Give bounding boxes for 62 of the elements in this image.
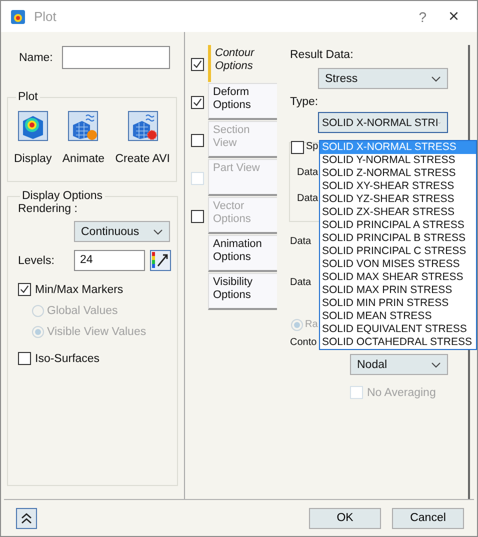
min-max-label: Min/Max Markers (35, 284, 124, 296)
data-label: Data (297, 192, 318, 206)
no-averaging-label: No Averaging (367, 386, 436, 398)
group-checkbox-label: Sp (306, 140, 318, 154)
dropdown-option[interactable]: SOLID MIN PRIN STRESS (320, 297, 476, 310)
result-data-select[interactable]: Stress (318, 68, 448, 89)
dropdown-option[interactable]: SOLID MAX PRIN STRESS (320, 284, 476, 297)
data-label: Data (297, 166, 318, 180)
action-label: Create AVI (115, 153, 170, 165)
dropdown-option[interactable]: SOLID ZX-SHEAR STRESS (320, 206, 476, 219)
dropdown-option[interactable]: SOLID YZ-SHEAR STRESS (320, 193, 476, 206)
type-label: Type: (290, 95, 320, 109)
tab-checkbox[interactable] (191, 58, 204, 70)
color-scale-button-icon[interactable] (150, 250, 171, 271)
iso-surfaces-checkbox[interactable] (18, 352, 31, 365)
app-logo-icon (10, 8, 26, 24)
options-tab[interactable]: Animation Options (208, 235, 277, 272)
action-label: Display (14, 153, 52, 165)
dialog-button[interactable]: Cancel (392, 508, 464, 528)
animate-mesh-icon[interactable] (68, 111, 98, 141)
min-max-checkbox[interactable] (18, 283, 31, 296)
radio-label: Ra (305, 318, 318, 332)
dialog-button[interactable]: OK (309, 508, 381, 528)
name-field[interactable] (62, 46, 170, 69)
levels-field[interactable]: 24 (74, 250, 145, 271)
dropdown-option[interactable]: SOLID OCTAHEDRAL STRESS (320, 336, 476, 349)
rendering-label: Rendering : (18, 202, 78, 216)
dropdown-option[interactable]: SOLID MEAN STRESS (320, 310, 476, 323)
scope-label: Global Values (47, 305, 118, 317)
dropdown-option[interactable]: SOLID PRINCIPAL C STRESS (320, 245, 476, 258)
dropdown-option[interactable]: SOLID XY-SHEAR STRESS (320, 180, 476, 193)
dropdown-option[interactable]: SOLID PRINCIPAL B STRESS (320, 232, 476, 245)
contour-label: Conto (290, 336, 317, 350)
dropdown-option[interactable]: SOLID MAX SHEAR STRESS (320, 271, 476, 284)
levels-label: Levels: (18, 254, 56, 266)
options-tab[interactable]: Visibility Options (208, 273, 277, 310)
iso-surfaces-label: Iso-Surfaces (35, 352, 100, 364)
location-select[interactable]: Nodal (350, 354, 448, 375)
scope-label: Visible View Values (47, 326, 146, 338)
group-title: Plot (17, 91, 39, 103)
tab-checkbox[interactable] (191, 96, 204, 108)
contour-part-icon[interactable] (18, 111, 48, 141)
dropdown-option[interactable]: SOLID Z-NORMAL STRESS (320, 167, 476, 180)
type-select[interactable]: SOLID X-NORMAL STRI (318, 112, 448, 133)
dropdown-option[interactable]: SOLID Y-NORMAL STRESS (320, 154, 476, 167)
rendering-select[interactable]: Continuous (74, 221, 170, 242)
close-button[interactable]: × (436, 6, 471, 27)
data-label: Data (290, 276, 312, 290)
data-label: Data (290, 235, 312, 249)
name-label: Name: (19, 52, 53, 64)
options-tab[interactable]: Deform Options (208, 83, 277, 120)
dropdown-option[interactable]: SOLID PRINCIPAL A STRESS (320, 219, 476, 232)
record-mesh-icon[interactable] (128, 111, 158, 141)
action-label: Animate (62, 153, 105, 165)
group-title: Display Options (21, 190, 104, 202)
group-checkbox[interactable] (291, 140, 304, 154)
help-button[interactable]: ? (408, 8, 436, 24)
dropdown-option[interactable]: SOLID VON MISES STRESS (320, 258, 476, 271)
dropdown-option[interactable]: SOLID EQUIVALENT STRESS (320, 323, 476, 336)
window-title: Plot (34, 9, 56, 24)
result-data-label: Result Data: (290, 48, 354, 62)
collapse-button-icon[interactable] (16, 508, 37, 528)
